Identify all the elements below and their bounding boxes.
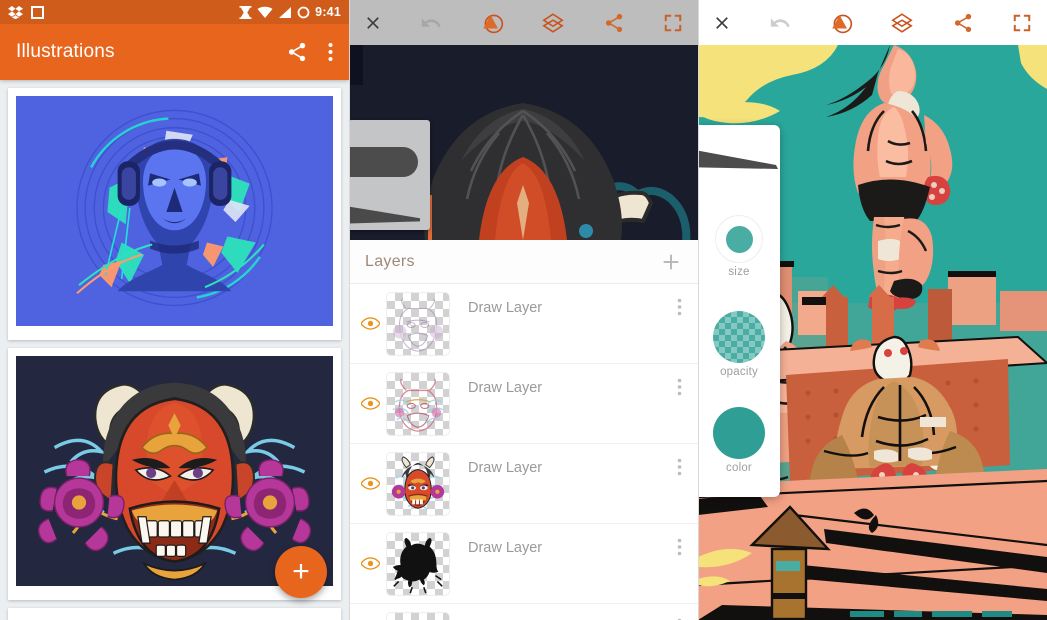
layers-icon[interactable] xyxy=(541,11,565,35)
artwork-placeholder xyxy=(16,616,333,620)
size-swatch xyxy=(725,225,753,253)
brush-color-icon[interactable] xyxy=(480,11,504,35)
illustration-list[interactable] xyxy=(0,80,349,620)
brush-color-icon[interactable] xyxy=(829,11,853,35)
eye-icon xyxy=(360,317,380,330)
layer-row[interactable]: Draw Layer xyxy=(349,444,698,524)
eye-icon xyxy=(360,397,380,410)
layer-row[interactable]: Draw Layer xyxy=(349,524,698,604)
headphones-portrait-artwork xyxy=(16,96,333,326)
close-icon[interactable] xyxy=(363,13,383,33)
eye-icon xyxy=(360,477,380,490)
battery-circle-icon xyxy=(297,6,310,18)
layer-overflow-menu-icon[interactable] xyxy=(677,538,682,556)
layer-name: Draw Layer xyxy=(468,380,543,396)
layer-visibility-toggle[interactable] xyxy=(359,317,381,330)
layer-thumbnail xyxy=(386,611,450,620)
brush-color-control[interactable]: color xyxy=(698,407,780,474)
color-label: color xyxy=(726,462,752,474)
illustration-card-partial[interactable] xyxy=(8,608,341,620)
share-icon[interactable] xyxy=(952,12,974,34)
layer-row[interactable]: Draw Layer xyxy=(349,604,698,620)
share-icon[interactable] xyxy=(603,12,625,34)
editor-panel: Layers Draw Layer Draw Layer Draw Layer … xyxy=(349,0,698,620)
new-illustration-fab[interactable]: + xyxy=(275,546,327,598)
layer-thumbnail xyxy=(386,451,450,516)
fullscreen-icon[interactable] xyxy=(1011,12,1033,34)
alarm-icon xyxy=(239,5,252,19)
layers-icon[interactable] xyxy=(890,11,914,35)
opacity-label: opacity xyxy=(720,366,758,378)
brush-stroke-taper-preview xyxy=(349,203,420,224)
layer-overflow-menu-icon[interactable] xyxy=(677,378,682,396)
brush-tool-popup[interactable]: size opacity color xyxy=(698,125,780,497)
brush-stroke-thick-preview xyxy=(349,147,418,177)
brush-size-control[interactable]: size xyxy=(698,215,780,278)
layer-list[interactable]: Draw Layer Draw Layer Draw Layer Draw La… xyxy=(349,284,698,620)
opacity-swatch xyxy=(713,311,765,363)
layer-name: Draw Layer xyxy=(468,540,543,556)
eye-icon xyxy=(360,557,380,570)
status-bar-left-icons xyxy=(8,5,44,19)
layer-visibility-toggle[interactable] xyxy=(359,477,381,490)
fullscreen-icon[interactable] xyxy=(662,12,684,34)
share-icon[interactable] xyxy=(286,41,308,63)
gallery-panel: 9:41 Illustrations + xyxy=(0,0,349,620)
square-app-icon xyxy=(31,5,44,19)
close-icon[interactable] xyxy=(712,13,732,33)
status-bar-clock: 9:41 xyxy=(315,5,341,19)
layer-visibility-toggle[interactable] xyxy=(359,397,381,410)
add-layer-button[interactable] xyxy=(660,251,682,273)
panel-divider-2 xyxy=(698,0,699,620)
layer-thumbnail xyxy=(386,371,450,436)
wifi-icon xyxy=(257,6,273,18)
layer-thumbnail xyxy=(386,291,450,356)
layer-thumbnail xyxy=(386,531,450,596)
layers-title: Layers xyxy=(365,252,415,270)
layer-name: Draw Layer xyxy=(468,300,543,316)
layer-overflow-menu-icon[interactable] xyxy=(677,458,682,476)
fab-plus-icon: + xyxy=(292,555,310,588)
layer-overflow-menu-icon[interactable] xyxy=(677,298,682,316)
app-bar: Illustrations xyxy=(0,24,349,80)
cell-signal-icon xyxy=(279,6,292,18)
size-label: size xyxy=(728,266,750,278)
canvas-toolbar xyxy=(698,0,1047,45)
editor-toolbar xyxy=(349,0,698,45)
undo-icon[interactable] xyxy=(420,12,442,34)
app-bar-actions xyxy=(286,41,333,63)
layer-name: Draw Layer xyxy=(468,460,543,476)
layers-header: Layers xyxy=(349,240,698,284)
undo-icon[interactable] xyxy=(769,12,791,34)
three-panel-screenshot: 9:41 Illustrations + Layers Draw Layer D… xyxy=(0,0,1047,620)
layer-row[interactable]: Draw Layer xyxy=(349,364,698,444)
layer-row[interactable]: Draw Layer xyxy=(349,284,698,364)
status-bar: 9:41 xyxy=(0,0,349,24)
brush-preview-card[interactable] xyxy=(349,120,430,230)
layer-visibility-toggle[interactable] xyxy=(359,557,381,570)
brush-opacity-control[interactable]: opacity xyxy=(698,311,780,378)
page-title: Illustrations xyxy=(16,41,115,62)
size-swatch-ring xyxy=(715,215,763,263)
oni-mask-zoomed-canvas[interactable] xyxy=(349,45,698,240)
panel-divider-1 xyxy=(349,0,350,620)
brush-stroke-preview xyxy=(698,150,778,169)
color-swatch xyxy=(713,407,765,459)
dropbox-icon xyxy=(8,5,23,19)
canvas-panel: size opacity color xyxy=(698,0,1047,620)
illustration-card[interactable] xyxy=(8,88,341,340)
overflow-menu-icon[interactable] xyxy=(328,42,333,62)
status-bar-right-icons: 9:41 xyxy=(239,5,341,19)
